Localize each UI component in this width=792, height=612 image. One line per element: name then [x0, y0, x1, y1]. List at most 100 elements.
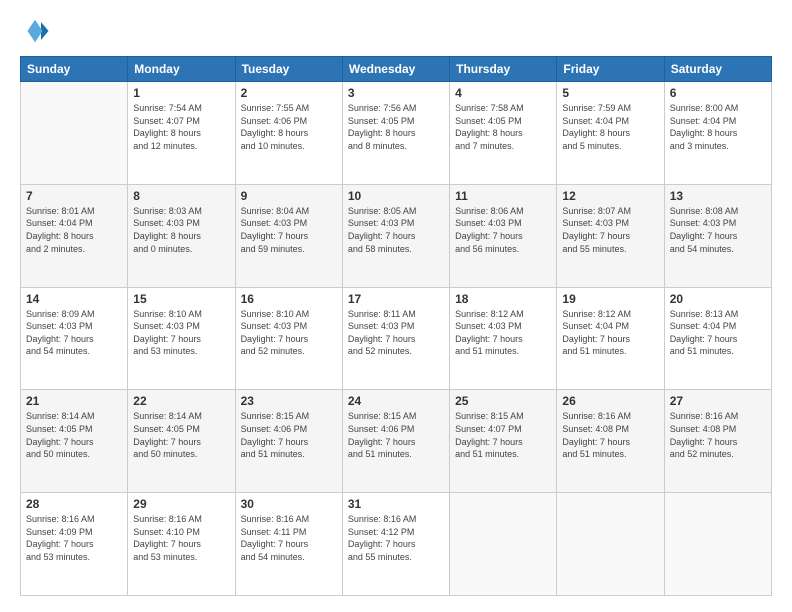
day-info: Sunrise: 8:16 AM Sunset: 4:09 PM Dayligh… [26, 513, 122, 563]
day-info: Sunrise: 8:01 AM Sunset: 4:04 PM Dayligh… [26, 205, 122, 255]
calendar-week-row: 28 Sunrise: 8:16 AM Sunset: 4:09 PM Dayli… [21, 493, 772, 596]
day-info: Sunrise: 8:12 AM Sunset: 4:03 PM Dayligh… [455, 308, 551, 358]
calendar-cell: 16 Sunrise: 8:10 AM Sunset: 4:03 PM Dayli… [235, 287, 342, 390]
calendar-table: SundayMondayTuesdayWednesdayThursdayFrid… [20, 56, 772, 596]
calendar-cell: 20Sunrise: 8:13 AM Sunset: 4:04 PM Dayli… [664, 287, 771, 390]
calendar-cell: 26 Sunrise: 8:16 AM Sunset: 4:08 PM Dayli… [557, 390, 664, 493]
calendar-cell: 19Sunrise: 8:12 AM Sunset: 4:04 PM Dayli… [557, 287, 664, 390]
calendar-cell [450, 493, 557, 596]
day-number: 22 [133, 394, 229, 408]
day-info: Sunrise: 8:05 AM Sunset: 4:03 PM Dayligh… [348, 205, 444, 255]
calendar-cell [557, 493, 664, 596]
logo [20, 16, 54, 46]
calendar-cell: 8 Sunrise: 8:03 AM Sunset: 4:03 PM Daylig… [128, 184, 235, 287]
day-info: Sunrise: 8:08 AM Sunset: 4:03 PM Dayligh… [670, 205, 766, 255]
calendar-cell: 27 Sunrise: 8:16 AM Sunset: 4:08 PM Dayli… [664, 390, 771, 493]
weekday-header-sunday: Sunday [21, 57, 128, 82]
calendar-cell: 10 Sunrise: 8:05 AM Sunset: 4:03 PM Dayli… [342, 184, 449, 287]
calendar-cell: 23Sunrise: 8:15 AM Sunset: 4:06 PM Dayli… [235, 390, 342, 493]
calendar-cell: 12 Sunrise: 8:07 AM Sunset: 4:03 PM Dayli… [557, 184, 664, 287]
day-number: 2 [241, 86, 337, 100]
day-info: Sunrise: 8:16 AM Sunset: 4:08 PM Dayligh… [562, 410, 658, 460]
logo-icon [20, 16, 50, 46]
day-number: 20 [670, 292, 766, 306]
day-info: Sunrise: 8:15 AM Sunset: 4:07 PM Dayligh… [455, 410, 551, 460]
day-info: Sunrise: 8:04 AM Sunset: 4:03 PM Dayligh… [241, 205, 337, 255]
calendar-cell: 30Sunrise: 8:16 AM Sunset: 4:11 PM Dayli… [235, 493, 342, 596]
day-info: Sunrise: 8:14 AM Sunset: 4:05 PM Dayligh… [133, 410, 229, 460]
calendar-cell: 31 Sunrise: 8:16 AM Sunset: 4:12 PM Dayli… [342, 493, 449, 596]
day-number: 16 [241, 292, 337, 306]
day-number: 18 [455, 292, 551, 306]
weekday-header-tuesday: Tuesday [235, 57, 342, 82]
day-info: Sunrise: 8:00 AM Sunset: 4:04 PM Dayligh… [670, 102, 766, 152]
weekday-header-thursday: Thursday [450, 57, 557, 82]
day-info: Sunrise: 7:56 AM Sunset: 4:05 PM Dayligh… [348, 102, 444, 152]
calendar-week-row: 7 Sunrise: 8:01 AM Sunset: 4:04 PM Daylig… [21, 184, 772, 287]
day-number: 14 [26, 292, 122, 306]
day-info: Sunrise: 8:12 AM Sunset: 4:04 PM Dayligh… [562, 308, 658, 358]
day-number: 8 [133, 189, 229, 203]
header [20, 16, 772, 46]
calendar-cell: 6 Sunrise: 8:00 AM Sunset: 4:04 PM Daylig… [664, 82, 771, 185]
day-number: 1 [133, 86, 229, 100]
day-number: 3 [348, 86, 444, 100]
day-number: 28 [26, 497, 122, 511]
day-number: 15 [133, 292, 229, 306]
calendar-week-row: 21 Sunrise: 8:14 AM Sunset: 4:05 PM Dayli… [21, 390, 772, 493]
day-number: 27 [670, 394, 766, 408]
day-number: 26 [562, 394, 658, 408]
calendar-cell: 2 Sunrise: 7:55 AM Sunset: 4:06 PM Daylig… [235, 82, 342, 185]
calendar-cell: 21 Sunrise: 8:14 AM Sunset: 4:05 PM Dayli… [21, 390, 128, 493]
day-number: 5 [562, 86, 658, 100]
day-info: Sunrise: 8:10 AM Sunset: 4:03 PM Dayligh… [241, 308, 337, 358]
day-number: 10 [348, 189, 444, 203]
day-number: 11 [455, 189, 551, 203]
day-info: Sunrise: 8:16 AM Sunset: 4:12 PM Dayligh… [348, 513, 444, 563]
page: SundayMondayTuesdayWednesdayThursdayFrid… [0, 0, 792, 612]
day-info: Sunrise: 8:16 AM Sunset: 4:08 PM Dayligh… [670, 410, 766, 460]
calendar-cell: 1Sunrise: 7:54 AM Sunset: 4:07 PM Daylig… [128, 82, 235, 185]
day-info: Sunrise: 8:09 AM Sunset: 4:03 PM Dayligh… [26, 308, 122, 358]
weekday-header-saturday: Saturday [664, 57, 771, 82]
calendar-cell: 15 Sunrise: 8:10 AM Sunset: 4:03 PM Dayli… [128, 287, 235, 390]
day-info: Sunrise: 8:15 AM Sunset: 4:06 PM Dayligh… [348, 410, 444, 460]
calendar-cell: 11 Sunrise: 8:06 AM Sunset: 4:03 PM Dayli… [450, 184, 557, 287]
calendar-week-row: 1Sunrise: 7:54 AM Sunset: 4:07 PM Daylig… [21, 82, 772, 185]
day-info: Sunrise: 8:14 AM Sunset: 4:05 PM Dayligh… [26, 410, 122, 460]
day-info: Sunrise: 8:16 AM Sunset: 4:11 PM Dayligh… [241, 513, 337, 563]
calendar-cell: 4Sunrise: 7:58 AM Sunset: 4:05 PM Daylig… [450, 82, 557, 185]
calendar-week-row: 14 Sunrise: 8:09 AM Sunset: 4:03 PM Dayli… [21, 287, 772, 390]
day-number: 7 [26, 189, 122, 203]
day-info: Sunrise: 7:59 AM Sunset: 4:04 PM Dayligh… [562, 102, 658, 152]
weekday-header-row: SundayMondayTuesdayWednesdayThursdayFrid… [21, 57, 772, 82]
day-info: Sunrise: 8:03 AM Sunset: 4:03 PM Dayligh… [133, 205, 229, 255]
weekday-header-friday: Friday [557, 57, 664, 82]
day-number: 12 [562, 189, 658, 203]
day-info: Sunrise: 8:11 AM Sunset: 4:03 PM Dayligh… [348, 308, 444, 358]
calendar-cell [21, 82, 128, 185]
day-number: 21 [26, 394, 122, 408]
calendar-cell: 18 Sunrise: 8:12 AM Sunset: 4:03 PM Dayli… [450, 287, 557, 390]
weekday-header-wednesday: Wednesday [342, 57, 449, 82]
calendar-cell: 25 Sunrise: 8:15 AM Sunset: 4:07 PM Dayli… [450, 390, 557, 493]
calendar-cell: 17Sunrise: 8:11 AM Sunset: 4:03 PM Dayli… [342, 287, 449, 390]
calendar-cell: 3 Sunrise: 7:56 AM Sunset: 4:05 PM Daylig… [342, 82, 449, 185]
calendar-cell: 24Sunrise: 8:15 AM Sunset: 4:06 PM Dayli… [342, 390, 449, 493]
day-number: 31 [348, 497, 444, 511]
day-info: Sunrise: 8:16 AM Sunset: 4:10 PM Dayligh… [133, 513, 229, 563]
calendar-cell: 13Sunrise: 8:08 AM Sunset: 4:03 PM Dayli… [664, 184, 771, 287]
calendar-cell [664, 493, 771, 596]
day-number: 6 [670, 86, 766, 100]
day-info: Sunrise: 8:06 AM Sunset: 4:03 PM Dayligh… [455, 205, 551, 255]
calendar-cell: 9 Sunrise: 8:04 AM Sunset: 4:03 PM Daylig… [235, 184, 342, 287]
day-info: Sunrise: 7:55 AM Sunset: 4:06 PM Dayligh… [241, 102, 337, 152]
calendar-cell: 5 Sunrise: 7:59 AM Sunset: 4:04 PM Daylig… [557, 82, 664, 185]
calendar-cell: 28 Sunrise: 8:16 AM Sunset: 4:09 PM Dayli… [21, 493, 128, 596]
calendar-cell: 14 Sunrise: 8:09 AM Sunset: 4:03 PM Dayli… [21, 287, 128, 390]
day-number: 9 [241, 189, 337, 203]
day-info: Sunrise: 8:10 AM Sunset: 4:03 PM Dayligh… [133, 308, 229, 358]
day-number: 25 [455, 394, 551, 408]
day-info: Sunrise: 8:07 AM Sunset: 4:03 PM Dayligh… [562, 205, 658, 255]
day-number: 23 [241, 394, 337, 408]
